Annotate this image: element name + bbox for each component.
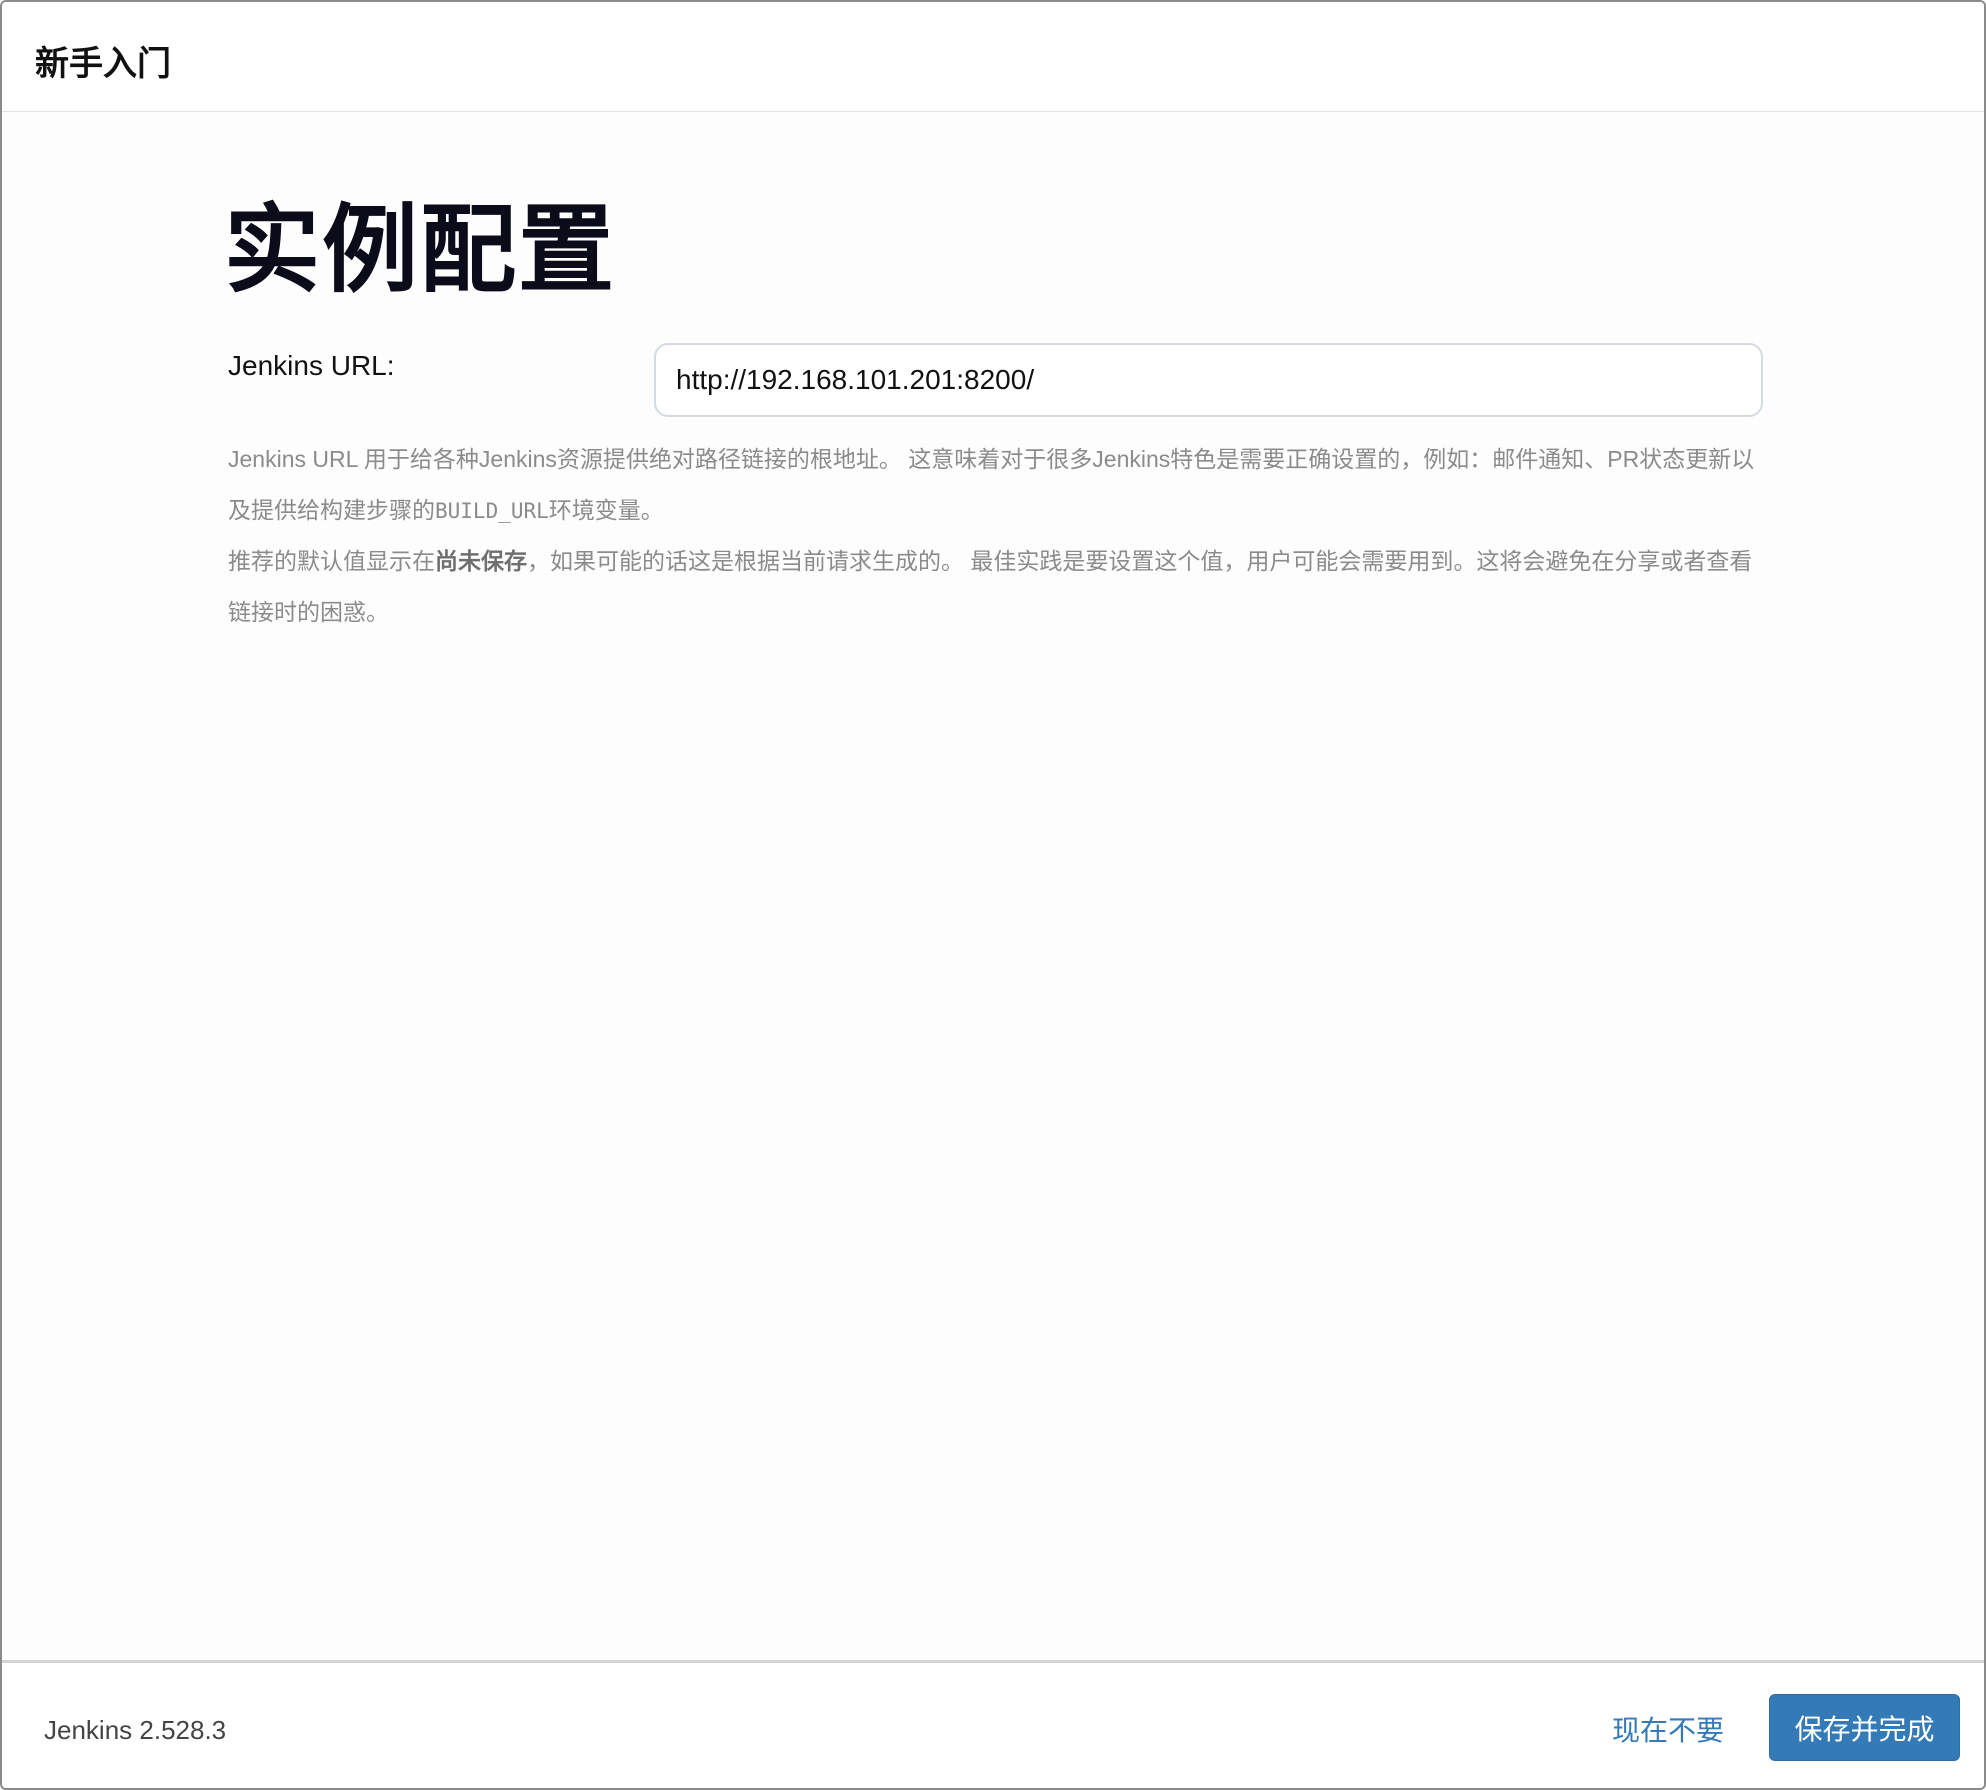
jenkins-url-label: Jenkins URL: <box>228 350 395 382</box>
page-title: 实例配置 <box>224 172 616 311</box>
description-paragraph-1: Jenkins URL 用于给各种Jenkins资源提供绝对路径链接的根地址。 … <box>228 434 1768 536</box>
not-saved-emphasis: 尚未保存 <box>435 548 527 574</box>
header-title: 新手入门 <box>35 36 171 85</box>
description-text: 推荐的默认值显示在 <box>228 548 435 574</box>
build-url-code: BUILD_URL <box>435 499 549 523</box>
setup-wizard-dialog: 新手入门 实例配置 Jenkins URL: Jenkins URL 用于给各种… <box>0 0 1986 1790</box>
dialog-footer: Jenkins 2.528.3 现在不要 保存并完成 <box>2 1660 1984 1788</box>
skip-button[interactable]: 现在不要 <box>1612 1709 1724 1749</box>
description-paragraph-2: 推荐的默认值显示在尚未保存，如果可能的话这是根据当前请求生成的。 最佳实践是要设… <box>228 536 1768 637</box>
jenkins-version: Jenkins 2.528.3 <box>44 1715 226 1746</box>
save-and-finish-button[interactable]: 保存并完成 <box>1769 1694 1960 1761</box>
jenkins-url-input[interactable] <box>654 343 1763 417</box>
description-text: 环境变量。 <box>549 497 664 523</box>
dialog-header: 新手入门 <box>2 2 1984 112</box>
url-description: Jenkins URL 用于给各种Jenkins资源提供绝对路径链接的根地址。 … <box>228 434 1768 637</box>
